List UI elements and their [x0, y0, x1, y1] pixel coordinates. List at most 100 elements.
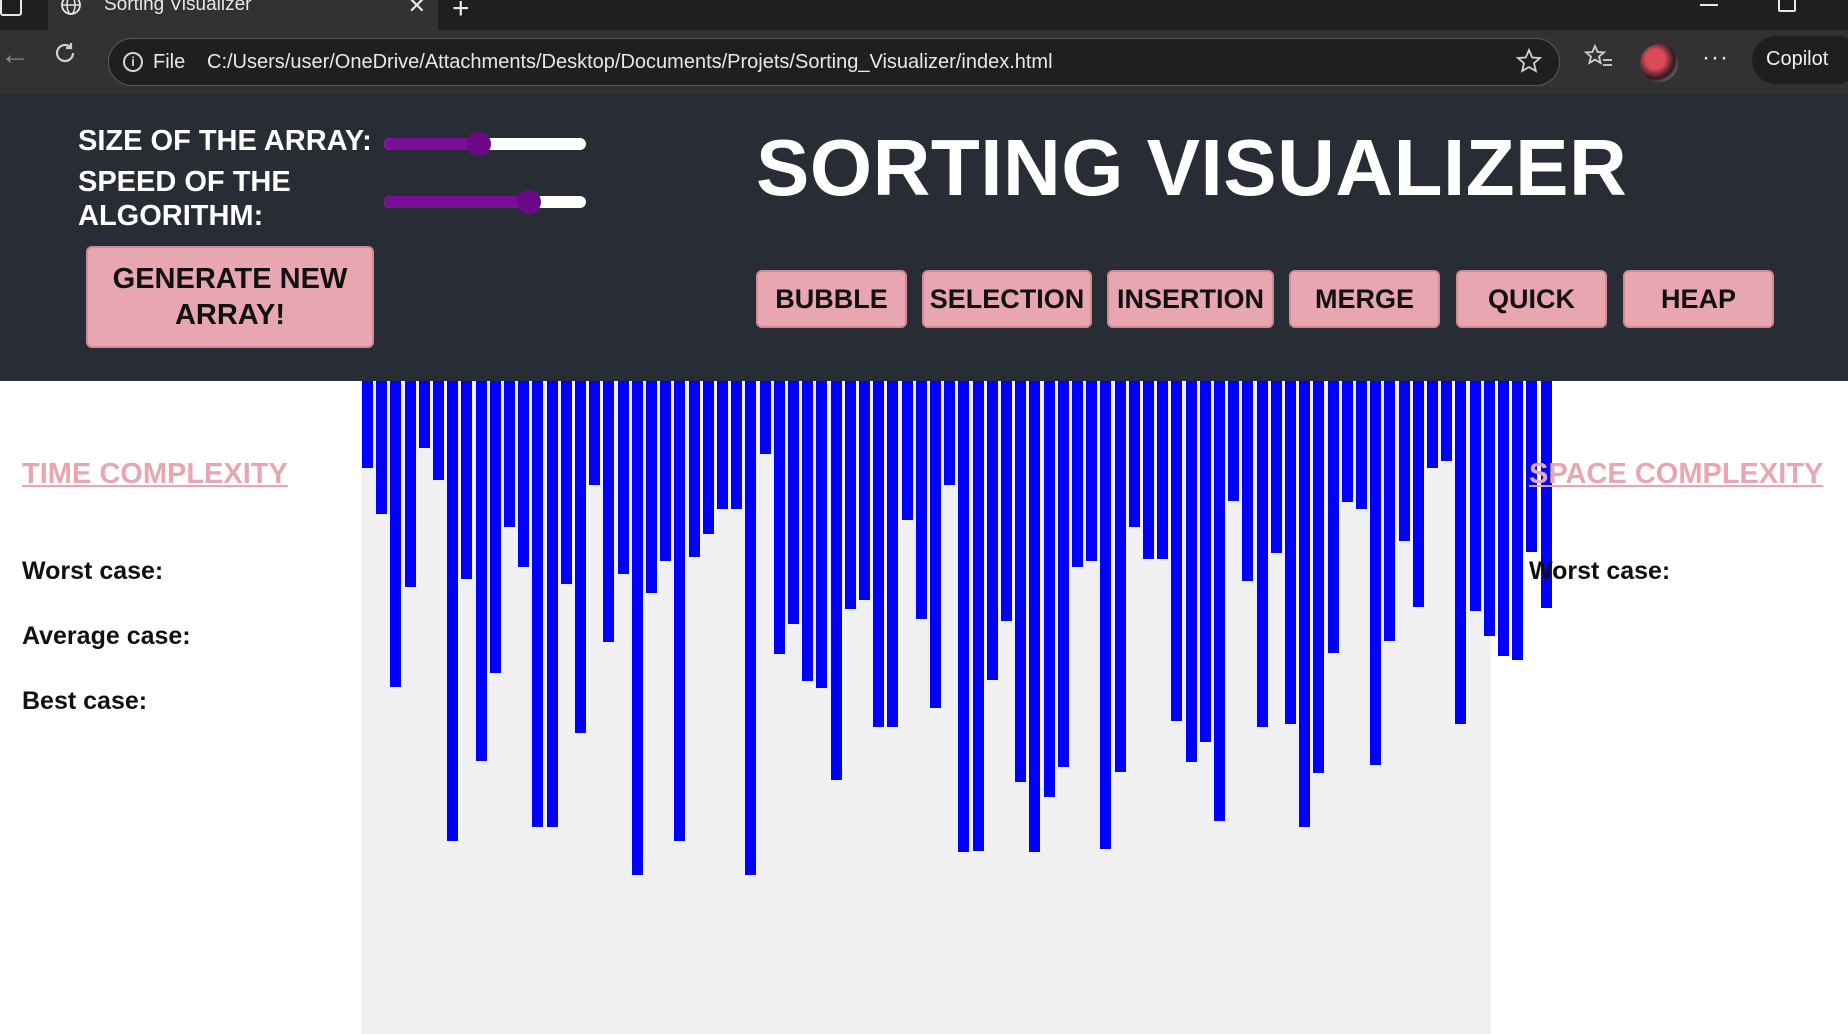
array-bar: [1398, 381, 1410, 541]
generate-new-array-button[interactable]: GENERATE NEW ARRAY!: [86, 246, 374, 348]
selection-sort-button[interactable]: SELECTION: [922, 270, 1092, 328]
speed-label: SPEED OF THE ALGORITHM:: [78, 166, 291, 232]
array-bar: [773, 381, 785, 654]
array-bar: [1285, 381, 1296, 724]
array-bar: [887, 381, 899, 727]
space-complexity-heading: SPACE COMPLEXITY: [1529, 458, 1824, 490]
time-best-case-label: Best case:: [22, 687, 148, 715]
array-bar: [575, 381, 586, 733]
array-bar: [688, 381, 700, 557]
time-average-case-label: Average case:: [22, 622, 191, 650]
array-bar: [816, 381, 828, 688]
more-options-icon[interactable]: ···: [1702, 44, 1729, 72]
array-bar: [546, 381, 558, 827]
url-text[interactable]: C:/Users/user/OneDrive/Attachments/Deskt…: [207, 51, 1053, 74]
array-bar: [1455, 381, 1467, 724]
browser-tabstrip: Sorting Visualizer ✕ +: [0, 0, 1848, 30]
array-bar: [1412, 381, 1424, 607]
tab-title: Sorting Visualizer: [104, 0, 252, 15]
restore-icon[interactable]: [1778, 0, 1796, 12]
array-bar: [1498, 381, 1509, 656]
array-bar: [1228, 381, 1240, 501]
array-bar: [631, 381, 643, 875]
array-bar: [617, 381, 629, 574]
array-bar: [646, 381, 657, 593]
array-bar: [930, 381, 941, 708]
array-bar: [504, 381, 515, 527]
star-icon[interactable]: [1515, 47, 1543, 75]
time-complexity-heading: TIME COMPLEXITY: [22, 458, 288, 490]
array-bar: [759, 381, 771, 454]
minimize-icon[interactable]: [1700, 4, 1718, 6]
array-bar: [1015, 381, 1027, 782]
array-bar: [731, 381, 743, 509]
info-icon[interactable]: i: [123, 52, 143, 72]
browser-toolbar: ← i File C:/Users/user/OneDrive/Attachme…: [0, 30, 1848, 94]
address-bar[interactable]: i File C:/Users/user/OneDrive/Attachment…: [108, 38, 1560, 86]
array-size-label: SIZE OF THE ARRAY:: [78, 125, 372, 157]
array-bar: [717, 381, 728, 509]
array-bar: [1313, 381, 1325, 773]
array-bar: [1270, 381, 1282, 553]
array-bar: [475, 381, 487, 761]
array-bars-container: [361, 381, 1552, 1034]
array-bar: [1427, 381, 1438, 468]
array-bar: [1043, 381, 1055, 797]
array-bar: [489, 381, 501, 673]
back-arrow-icon[interactable]: ←: [0, 38, 30, 72]
array-bar: [830, 381, 842, 780]
array-bar: [915, 381, 927, 619]
array-size-slider[interactable]: [384, 132, 586, 156]
visualizer-header: SIZE OF THE ARRAY: SPEED OF THE ALGORITH…: [0, 94, 1848, 381]
array-bar: [1029, 381, 1041, 852]
profile-avatar[interactable]: [1640, 44, 1678, 82]
array-bar: [433, 381, 444, 480]
page-title: SORTING VISUALIZER: [756, 123, 1628, 212]
array-bar: [986, 381, 998, 680]
array-bar: [1356, 381, 1367, 509]
new-tab-button[interactable]: +: [452, 0, 470, 26]
array-bar: [532, 381, 544, 827]
array-bar: [1128, 381, 1140, 527]
copilot-button[interactable]: Copilot: [1752, 36, 1848, 84]
array-size-slider-thumb[interactable]: [466, 132, 491, 156]
array-bar: [972, 381, 984, 851]
speed-slider-thumb[interactable]: [517, 190, 542, 214]
quick-sort-button[interactable]: QUICK: [1456, 270, 1607, 328]
favorites-icon[interactable]: [1584, 42, 1614, 72]
array-bar: [944, 381, 956, 485]
array-bar: [1199, 381, 1211, 742]
tab-sorting-visualizer[interactable]: Sorting Visualizer ✕: [48, 0, 438, 30]
array-bar: [702, 381, 714, 534]
array-bar: [1072, 381, 1083, 567]
speed-slider-fill: [384, 196, 530, 208]
array-bar: [802, 381, 814, 681]
reload-icon[interactable]: [52, 40, 78, 66]
array-bar: [560, 381, 572, 584]
array-bar: [1114, 381, 1126, 772]
array-bar: [674, 381, 686, 841]
speed-slider[interactable]: [384, 190, 586, 214]
array-bar: [1143, 381, 1154, 559]
array-bar: [376, 381, 388, 514]
array-bar: [1370, 381, 1382, 765]
tab-actions-icon[interactable]: [0, 0, 22, 16]
array-bar: [958, 381, 970, 852]
array-bar: [1341, 381, 1353, 502]
array-bar: [603, 381, 615, 642]
array-bar: [745, 381, 757, 875]
array-bar: [1441, 381, 1453, 461]
array-bar: [1214, 381, 1225, 821]
array-bar: [1100, 381, 1112, 849]
array-bar: [844, 381, 856, 609]
array-bar: [404, 381, 416, 587]
array-bar: [589, 381, 601, 485]
address-scheme-label: File: [153, 51, 186, 73]
heap-sort-button[interactable]: HEAP: [1623, 270, 1774, 328]
close-tab-icon[interactable]: ✕: [408, 0, 426, 19]
array-bar: [1086, 381, 1098, 561]
bubble-sort-button[interactable]: BUBBLE: [756, 270, 907, 328]
insertion-sort-button[interactable]: INSERTION: [1107, 270, 1274, 328]
merge-sort-button[interactable]: MERGE: [1289, 270, 1440, 328]
array-bar: [362, 381, 373, 468]
